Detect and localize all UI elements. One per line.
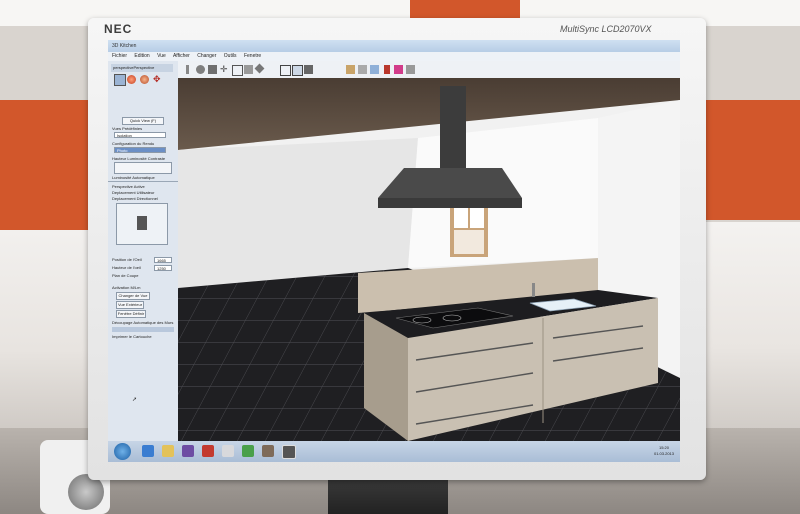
- color-tool-icon[interactable]: [384, 65, 390, 74]
- app-brown-icon[interactable]: [262, 445, 274, 457]
- perspective-active-checkbox[interactable]: Perspective Active: [112, 184, 145, 189]
- eye-height-label: Hauteur de l'oeil: [112, 265, 141, 270]
- menu-item-file[interactable]: Fichier: [112, 53, 127, 59]
- menu-item-display[interactable]: Afficher: [173, 53, 190, 59]
- rotate-tool-icon[interactable]: [140, 75, 149, 84]
- view-top-icon[interactable]: [280, 65, 291, 76]
- viewport-3d[interactable]: [178, 78, 680, 441]
- menu-bar: Fichier Edition Vue Afficher Changer Out…: [108, 52, 680, 61]
- window-frame-left: [0, 100, 100, 230]
- zoom-window-icon[interactable]: [244, 65, 253, 74]
- app-title-bar: 3D Kitchen: [108, 40, 680, 52]
- eye-position-input[interactable]: 1665: [154, 257, 172, 263]
- hand-tool-icon[interactable]: [196, 65, 205, 74]
- move-direct-radio[interactable]: Deplacement Directionnel: [112, 196, 158, 201]
- view-front-icon[interactable]: [304, 65, 313, 74]
- move-tool-icon[interactable]: ✥: [153, 74, 163, 84]
- auto-cut-checkbox[interactable]: Découpage Automatique des Murs: [112, 320, 173, 325]
- media-icon[interactable]: [182, 445, 194, 457]
- menu-item-change[interactable]: Changer: [197, 53, 216, 59]
- predefined-views-select[interactable]: Isolation: [114, 132, 166, 138]
- mouse-cursor-icon: ➚: [132, 397, 138, 403]
- app-red-icon[interactable]: [202, 445, 214, 457]
- eye-height-input[interactable]: 1250: [154, 265, 172, 271]
- paint-tool-icon[interactable]: [346, 65, 355, 74]
- monitor-stand: [328, 478, 448, 514]
- monitor-screen: 3D Kitchen Fichier Edition Vue Afficher …: [108, 40, 680, 462]
- menu-item-view[interactable]: Vue: [157, 53, 166, 59]
- chrome-icon[interactable]: [242, 445, 254, 457]
- camera-icon: [137, 216, 147, 230]
- camera-tool-icon[interactable]: [370, 65, 379, 74]
- divider: [108, 181, 178, 182]
- menu-item-tools[interactable]: Outils: [224, 53, 237, 59]
- quick-view-button[interactable]: Quick View (F): [122, 117, 164, 125]
- cut-plane-label: Plan de Coupe: [112, 273, 139, 278]
- toolbar: ✛: [178, 61, 680, 78]
- move-user-radio[interactable]: Deplacement Utilisateur: [112, 190, 154, 195]
- window-frame-right: [700, 100, 800, 220]
- view-tab[interactable]: perspectivePerspective: [111, 64, 173, 72]
- view-persp-icon[interactable]: [292, 65, 303, 76]
- app-title: 3D Kitchen: [112, 43, 137, 49]
- camera-joystick[interactable]: [116, 203, 168, 245]
- frame-define-button[interactable]: Fenêtre Définir: [116, 310, 146, 318]
- ie-icon[interactable]: [142, 445, 154, 457]
- frame-tool-icon[interactable]: [232, 65, 243, 76]
- print-cartouche-checkbox[interactable]: Imprimer le Cartouche: [112, 334, 152, 339]
- monitor-model: MultiSync LCD2070VX: [560, 24, 652, 34]
- pan-tool-icon[interactable]: ✛: [220, 65, 229, 74]
- height-contrast-label: Hauteur Luminosité Contraste: [112, 156, 166, 161]
- explorer-icon[interactable]: [162, 445, 174, 457]
- clock-date: 01.03.2013: [653, 451, 674, 456]
- wall-right: [690, 222, 800, 432]
- kitchen-app-icon[interactable]: [282, 445, 296, 459]
- kitchen-render: [178, 78, 680, 441]
- activation-checkbox[interactable]: Activation M/Lm: [112, 285, 140, 290]
- sidebar-panel: perspectivePerspective ✥ Quick View (F) …: [108, 61, 179, 441]
- wall-tool-icon[interactable]: [186, 65, 189, 74]
- eye-position-label: Position de l'Oeil: [112, 257, 142, 262]
- auto-light-checkbox[interactable]: Luminosité Automatique: [112, 175, 155, 180]
- app-gray-icon[interactable]: [222, 445, 234, 457]
- windows-taskbar: 15:20 01.03.2013: [108, 441, 680, 462]
- select-tool-icon[interactable]: [114, 74, 126, 86]
- orbit-tool-icon[interactable]: [127, 75, 136, 84]
- render-tool-icon[interactable]: [406, 65, 415, 74]
- zoom-tool-icon[interactable]: [208, 65, 217, 74]
- diamond-tool-icon[interactable]: [254, 63, 265, 74]
- exterior-view-button[interactable]: Vue Extérieur: [116, 301, 144, 309]
- change-view-button[interactable]: Changer de Vue: [116, 292, 150, 300]
- predefined-views-label: Vues Prédéfinies: [112, 126, 143, 131]
- menu-item-window[interactable]: Fenetre: [244, 53, 261, 59]
- monitor-brand: NEC: [104, 22, 133, 36]
- render-config-label: Configuration du Rendu: [112, 141, 155, 146]
- system-clock: 15:20 01.03.2013: [654, 445, 674, 457]
- sidebar-progress: [112, 327, 174, 332]
- start-button-icon[interactable]: [114, 443, 131, 460]
- menu-item-edit[interactable]: Edition: [134, 53, 149, 59]
- brightness-slider[interactable]: [114, 162, 172, 174]
- measure-tool-icon[interactable]: [358, 65, 367, 74]
- render-config-select[interactable]: Photo: [114, 147, 166, 153]
- light-tool-icon[interactable]: [394, 65, 403, 74]
